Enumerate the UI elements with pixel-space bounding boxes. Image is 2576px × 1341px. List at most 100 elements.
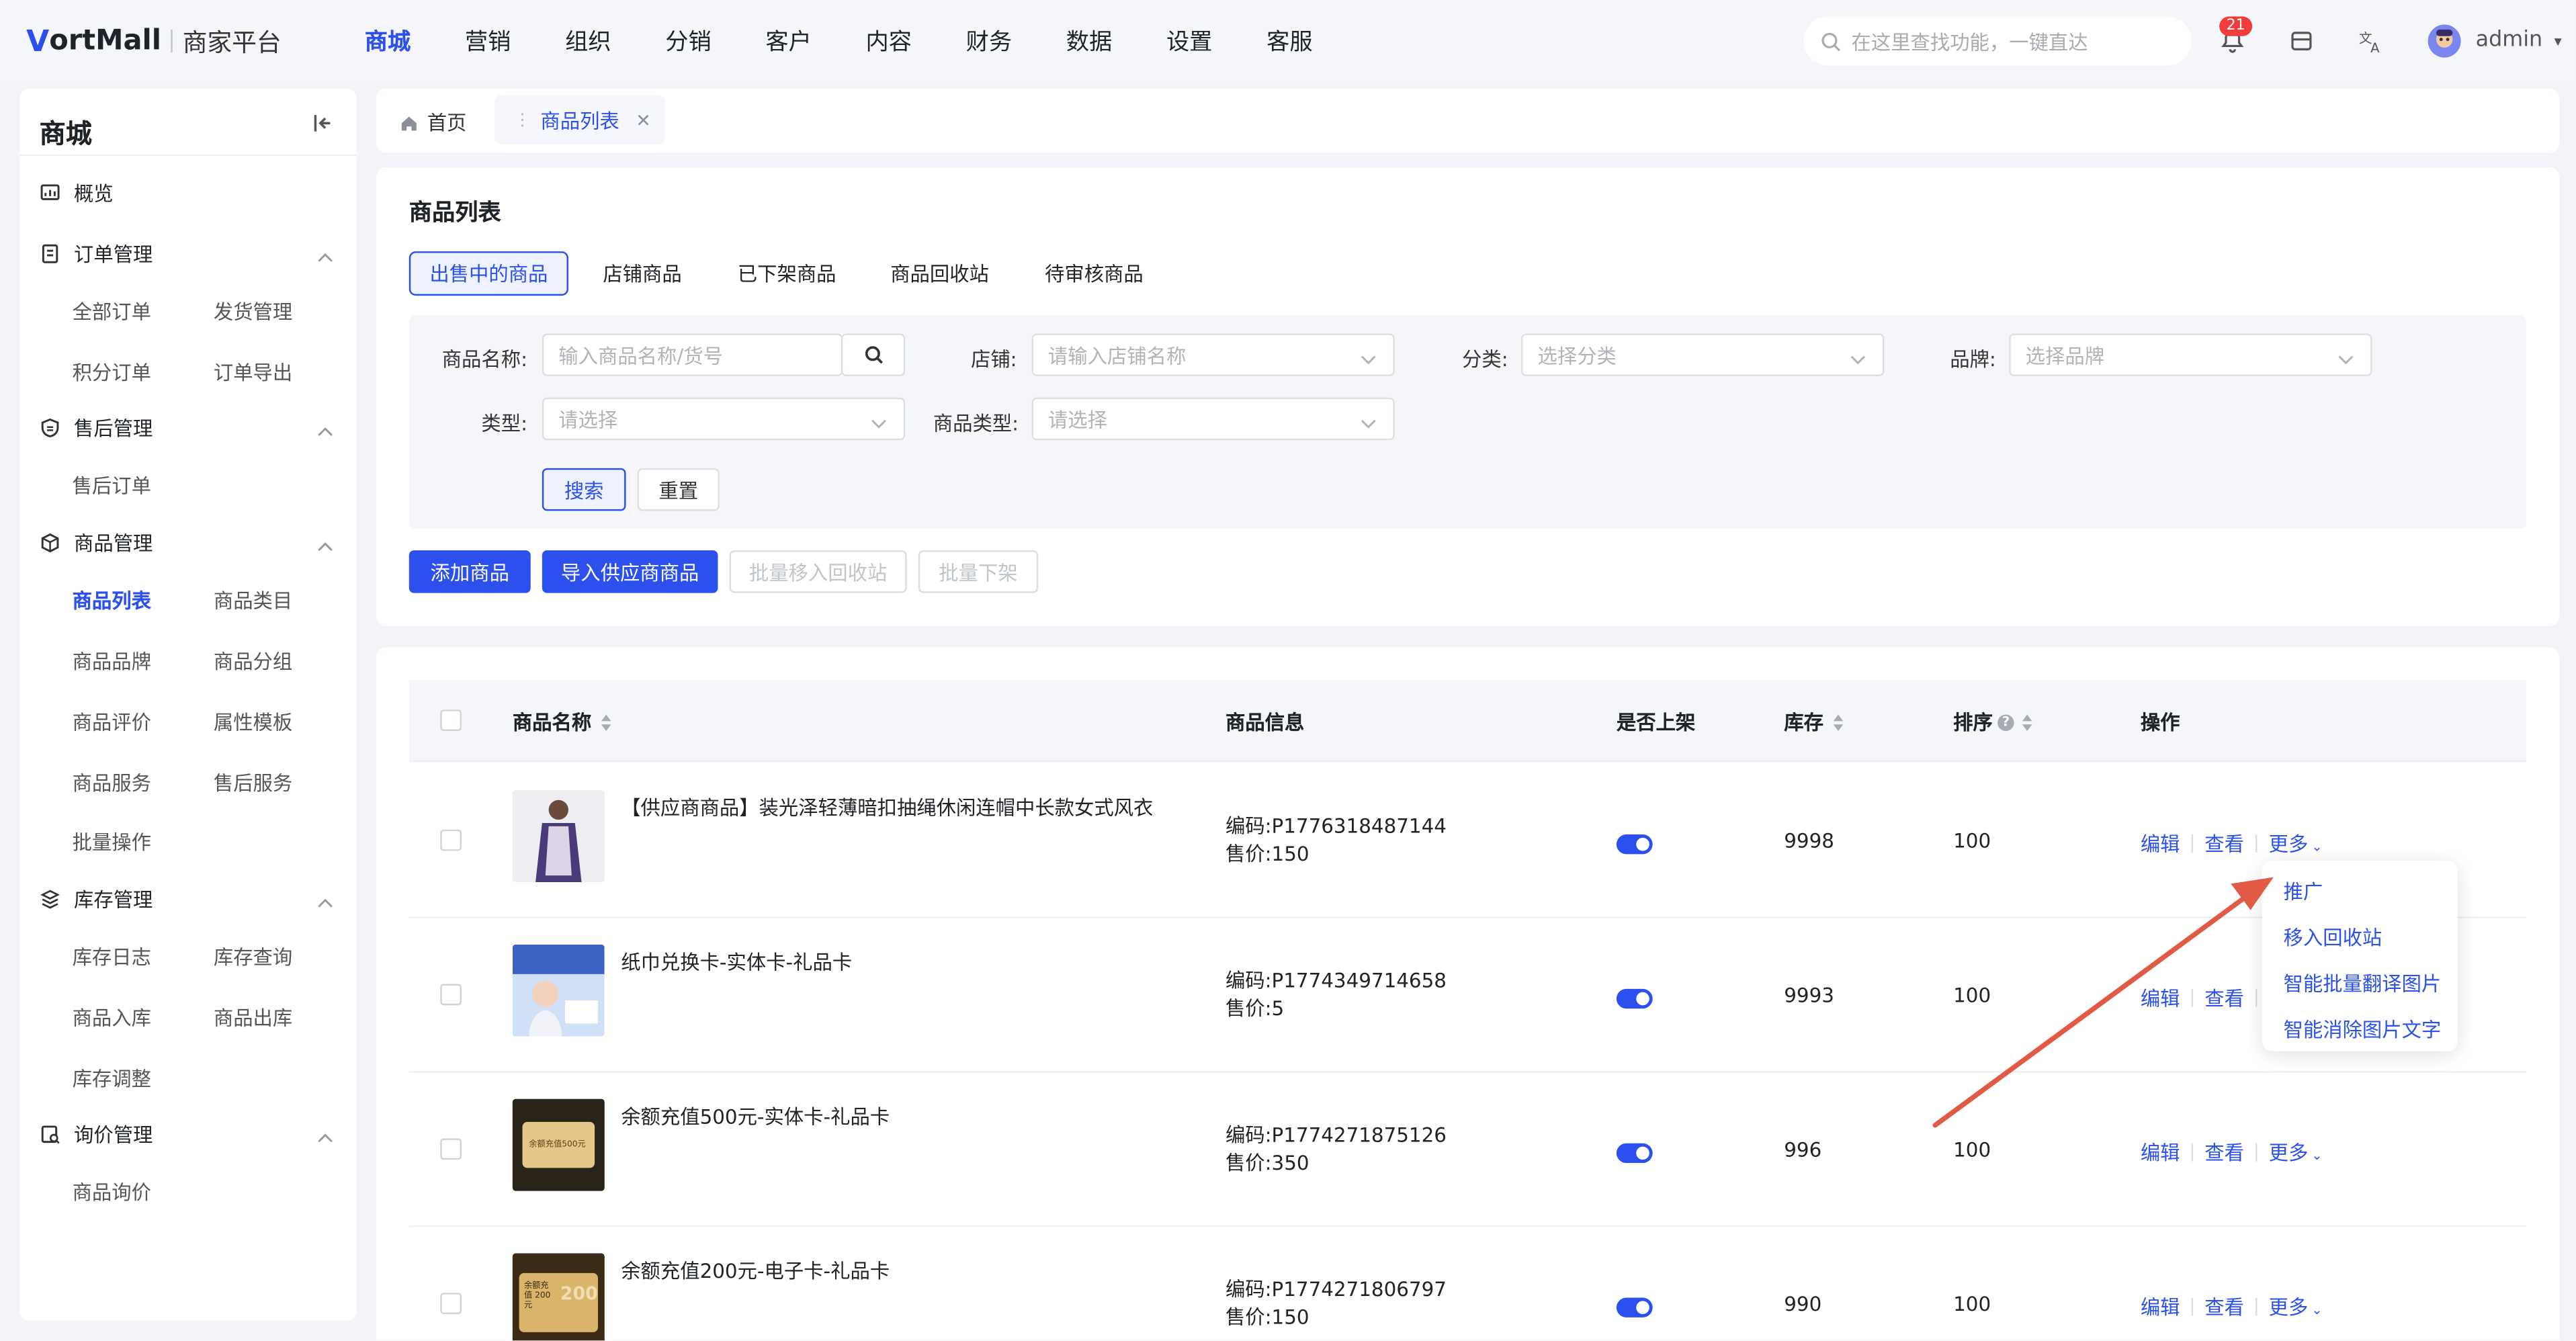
sidebar-item-goods-brand[interactable]: 商品品牌: [73, 647, 151, 675]
add-goods-button[interactable]: 添加商品: [409, 550, 531, 593]
more-link[interactable]: 更多 ⌄: [2269, 830, 2323, 858]
type-select[interactable]: 请选择: [542, 397, 906, 441]
sidebar-item-batch-ops[interactable]: 批量操作: [73, 828, 151, 856]
sidebar-item-overview[interactable]: 概览: [40, 179, 114, 208]
category-select[interactable]: 选择分类: [1521, 333, 1885, 376]
sidebar-item-stock-out[interactable]: 商品出库: [214, 1004, 292, 1032]
sidebar-group-inquiry[interactable]: 询价管理: [40, 1120, 153, 1148]
reset-button[interactable]: 重置: [637, 468, 720, 511]
sidebar-group-stock[interactable]: 库存管理: [40, 885, 153, 914]
batch-recycle-button[interactable]: 批量移入回收站: [729, 550, 907, 593]
nav-item-organization[interactable]: 组织: [565, 25, 611, 58]
on-shelf-toggle[interactable]: [1616, 1143, 1653, 1164]
sidebar-item-stock-query[interactable]: 库存查询: [214, 943, 292, 971]
nav-item-service[interactable]: 客服: [1266, 25, 1312, 58]
menu-item-move-to-recycle[interactable]: 移入回收站: [2284, 923, 2382, 951]
menu-item-ai-remove-image-text[interactable]: 智能消除图片文字: [2284, 1015, 2442, 1043]
sidebar-group-orders[interactable]: 订单管理: [40, 240, 153, 268]
nav-item-data[interactable]: 数据: [1066, 25, 1112, 58]
row-checkbox[interactable]: [440, 829, 462, 851]
app-logo[interactable]: V ortMall 商家平台: [26, 21, 281, 61]
sidebar-item-goods-inquiry[interactable]: 商品询价: [73, 1178, 151, 1206]
tab-home[interactable]: 首页: [399, 108, 466, 136]
sidebar-item-shipping[interactable]: 发货管理: [214, 298, 292, 326]
more-link[interactable]: 更多 ⌄: [2269, 1138, 2323, 1166]
sidebar-item-goods-category[interactable]: 商品类目: [214, 587, 292, 615]
tab-recycle-bin[interactable]: 商品回收站: [890, 251, 989, 296]
nav-item-marketing[interactable]: 营销: [465, 25, 511, 58]
sidebar-group-goods[interactable]: 商品管理: [40, 529, 153, 557]
store-icon[interactable]: [2286, 26, 2316, 56]
col-header-name[interactable]: 商品名称: [513, 708, 615, 736]
row-checkbox[interactable]: [440, 1293, 462, 1314]
more-link[interactable]: 更多 ⌄: [2269, 1293, 2323, 1321]
user-menu[interactable]: admin ▾: [2476, 28, 2562, 53]
sidebar-item-goods-review[interactable]: 商品评价: [73, 708, 151, 736]
question-circle-icon[interactable]: ?: [1998, 713, 2014, 730]
tab-off-shelf[interactable]: 已下架商品: [738, 251, 836, 296]
nav-item-content[interactable]: 内容: [866, 25, 912, 58]
search-button[interactable]: 搜索: [542, 468, 626, 511]
chevron-up-icon[interactable]: [315, 887, 335, 918]
sidebar-item-stock-in[interactable]: 商品入库: [73, 1004, 151, 1032]
goods-type-select[interactable]: 请选择: [1031, 397, 1395, 441]
product-thumbnail[interactable]: [512, 790, 605, 882]
edit-link[interactable]: 编辑: [2141, 1138, 2180, 1166]
shop-select[interactable]: 请输入店铺名称: [1031, 333, 1395, 376]
sidebar-item-goods-list[interactable]: 商品列表: [73, 587, 151, 615]
product-name[interactable]: 余额充值200元-电子卡-礼品卡: [621, 1256, 890, 1285]
view-link[interactable]: 查看: [2204, 984, 2244, 1012]
edit-link[interactable]: 编辑: [2141, 830, 2180, 858]
sidebar-item-after-sale-service[interactable]: 售后服务: [214, 769, 292, 797]
product-thumbnail[interactable]: 余额充值500元: [512, 1098, 605, 1191]
col-header-stock[interactable]: 库存: [1784, 708, 1846, 736]
product-thumbnail[interactable]: [512, 944, 605, 1037]
nav-item-distribution[interactable]: 分销: [665, 25, 711, 58]
chevron-up-icon[interactable]: [315, 1122, 335, 1153]
on-shelf-toggle[interactable]: [1616, 834, 1653, 855]
sidebar-item-goods-group[interactable]: 商品分组: [214, 647, 292, 675]
edit-link[interactable]: 编辑: [2141, 984, 2180, 1012]
view-link[interactable]: 查看: [2204, 1138, 2244, 1166]
sidebar-group-after-sale[interactable]: 售后管理: [40, 414, 153, 442]
sidebar-item-points-orders[interactable]: 积分订单: [73, 358, 151, 386]
chevron-up-icon[interactable]: [315, 416, 335, 447]
col-header-sort[interactable]: 排序 ?: [1953, 708, 2035, 736]
menu-item-promote[interactable]: 推广: [2284, 877, 2323, 906]
import-supplier-goods-button[interactable]: 导入供应商商品: [542, 550, 718, 593]
view-link[interactable]: 查看: [2204, 1293, 2244, 1321]
sidebar-item-goods-service[interactable]: 商品服务: [73, 769, 151, 797]
nav-item-settings[interactable]: 设置: [1166, 25, 1212, 58]
sidebar-item-attr-template[interactable]: 属性模板: [214, 708, 292, 736]
row-checkbox[interactable]: [440, 1138, 462, 1160]
close-icon[interactable]: ✕: [636, 110, 651, 131]
on-shelf-toggle[interactable]: [1616, 1297, 1653, 1317]
translate-icon[interactable]: 文A: [2356, 26, 2385, 56]
chevron-up-icon[interactable]: [315, 241, 335, 272]
goods-name-input[interactable]: 输入商品名称/货号: [542, 333, 843, 376]
product-thumbnail[interactable]: 余额充值 200元 200: [512, 1253, 605, 1341]
chevron-up-icon[interactable]: [315, 531, 335, 562]
menu-item-ai-translate-images[interactable]: 智能批量翻译图片: [2284, 969, 2442, 998]
avatar[interactable]: [2428, 24, 2461, 58]
tab-pending-review[interactable]: 待审核商品: [1045, 251, 1144, 296]
sidebar-item-stock-adjust[interactable]: 库存调整: [73, 1064, 151, 1092]
collapse-sidebar-icon[interactable]: [312, 110, 335, 141]
tab-on-sale[interactable]: 出售中的商品: [409, 251, 568, 296]
tab-goods-list[interactable]: ⋮ 商品列表 ✕: [494, 95, 666, 145]
row-checkbox[interactable]: [440, 984, 462, 1006]
view-link[interactable]: 查看: [2204, 830, 2244, 858]
nav-item-mall[interactable]: 商城: [365, 25, 411, 58]
tab-shop-goods[interactable]: 店铺商品: [603, 251, 681, 296]
goods-name-search-button[interactable]: [841, 333, 906, 376]
product-name[interactable]: 【供应商商品】装光泽轻薄暗扣抽绳休闲连帽中长款女式风衣: [621, 793, 1153, 822]
sidebar-item-all-orders[interactable]: 全部订单: [73, 298, 151, 326]
nav-item-finance[interactable]: 财务: [966, 25, 1012, 58]
product-name[interactable]: 纸巾兑换卡-实体卡-礼品卡: [621, 948, 852, 976]
batch-offshelf-button[interactable]: 批量下架: [918, 550, 1039, 593]
edit-link[interactable]: 编辑: [2141, 1293, 2180, 1321]
brand-select[interactable]: 选择品牌: [2009, 333, 2372, 376]
on-shelf-toggle[interactable]: [1616, 988, 1653, 1009]
sidebar-item-stock-log[interactable]: 库存日志: [73, 943, 151, 971]
sidebar-item-order-export[interactable]: 订单导出: [214, 358, 292, 386]
